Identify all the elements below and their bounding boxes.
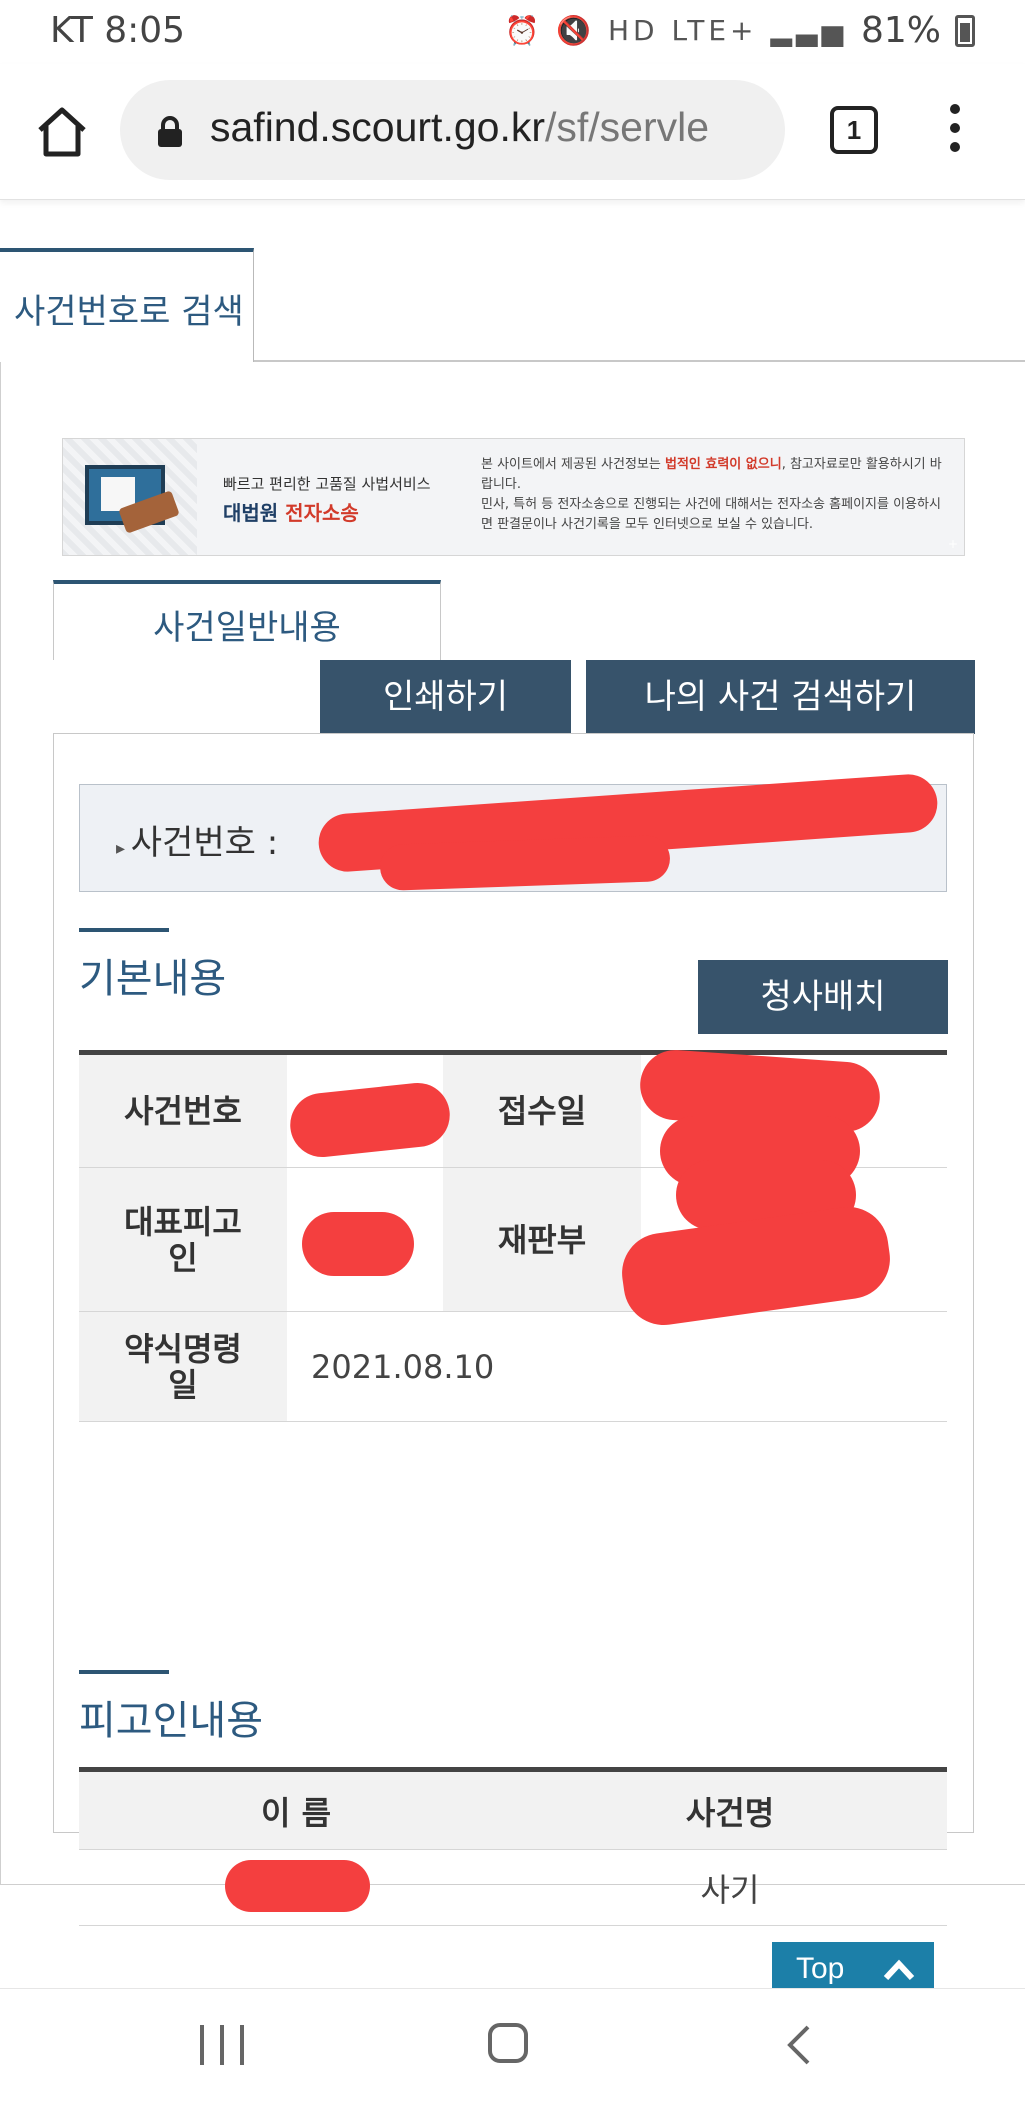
chevron-up-icon	[883, 1959, 915, 1981]
banner-title-prefix: 대법원	[223, 501, 286, 525]
notice-highlight: 법적인 효력이 없으니	[664, 457, 782, 472]
print-button[interactable]: 인쇄하기	[320, 660, 571, 734]
table-header-row: 이 름 사건명	[79, 1772, 947, 1850]
banner-title: 대법원 전자소송	[223, 497, 359, 526]
summary-order-value: 2021.08.10	[287, 1312, 947, 1421]
defendant-section-title: 피고인내용	[79, 1698, 263, 1744]
top-button-label: Top	[796, 1952, 845, 1985]
tab-case-general[interactable]: 사건일반내용	[53, 580, 441, 660]
url-host: safind.scourt.go.kr	[210, 104, 545, 150]
home-icon[interactable]	[32, 102, 92, 162]
table-row: 사기	[79, 1850, 947, 1926]
status-icons-group: ⏰ 🔇 HD LTE+ ▂▃▅ 81%	[504, 10, 975, 51]
receipt-date-header: 접수일	[443, 1055, 641, 1167]
banner-title-highlight: 전자소송	[285, 501, 359, 525]
banner-subtitle: 빠르고 편리한 고품질 사법서비스	[223, 475, 431, 493]
tab-label: 사건번호로 검색	[14, 292, 244, 332]
status-icons: ⏰ 🔇 HD LTE+ ▂▃▅	[504, 14, 847, 47]
recent-apps-icon[interactable]	[200, 2025, 244, 2065]
url-path: /sf/servle	[545, 104, 710, 150]
redaction-mark	[302, 1212, 414, 1276]
courthouse-layout-button[interactable]: 청사배치	[698, 960, 948, 1034]
basic-section-title: 기본내용	[79, 956, 227, 1002]
section-accent-bar	[79, 1670, 169, 1674]
case-name-cell: 사기	[700, 1870, 760, 1909]
battery-icon	[955, 14, 975, 47]
home-nav-icon[interactable]	[488, 2023, 528, 2063]
defendant-header: 대표피고 인	[79, 1168, 287, 1311]
table-row: 약식명령 일 2021.08.10	[79, 1312, 947, 1422]
address-bar[interactable]: safind.scourt.go.kr/sf/servle	[120, 80, 785, 180]
carrier-time: KT 8:05	[50, 10, 186, 51]
tab-case-number-search[interactable]: 사건번호로 검색	[0, 248, 254, 362]
summary-order-header-line2: 일	[168, 1365, 198, 1404]
tab-divider	[254, 360, 1025, 362]
url-text: safind.scourt.go.kr/sf/servle	[210, 104, 709, 151]
court-division-header: 재판부	[443, 1168, 641, 1311]
back-icon[interactable]	[780, 2023, 820, 2067]
battery-level: 81%	[860, 10, 941, 51]
defendant-header-line2: 인	[168, 1238, 198, 1277]
name-column-header: 이 름	[260, 1793, 332, 1832]
inner-tab-label: 사건일반내용	[153, 608, 341, 648]
summary-order-header-line1: 약식명령	[124, 1329, 242, 1368]
banner-plus: +	[947, 537, 958, 551]
summary-order-header: 약식명령 일	[79, 1312, 287, 1421]
more-menu-icon[interactable]	[940, 104, 970, 160]
e-litigation-banner[interactable]: 빠르고 편리한 고품질 사법서비스 대법원 전자소송 본 사이트에서 제공된 사…	[62, 438, 965, 556]
browser-toolbar: safind.scourt.go.kr/sf/servle 1	[0, 64, 1025, 200]
case-number-header: 사건번호	[79, 1055, 287, 1167]
tab-switcher-button[interactable]: 1	[830, 106, 878, 154]
section-accent-bar	[79, 928, 169, 932]
system-nav-bar	[0, 1988, 1025, 2107]
redaction-mark	[225, 1860, 370, 1912]
case-name-column-header: 사건명	[685, 1793, 775, 1832]
case-number-label: 사건번호 :	[116, 815, 278, 864]
notice-part-1: 본 사이트에서 제공된 사건정보는	[481, 457, 665, 472]
notice-part-3: 민사, 특허 등 전자소송으로 진행되는 사건에 대해서는 전자소송 홈페이지를…	[481, 497, 941, 532]
defendant-table: 이 름 사건명 사기	[79, 1767, 947, 1926]
banner-illustration	[63, 439, 197, 555]
my-case-search-button[interactable]: 나의 사건 검색하기	[586, 660, 975, 734]
lock-icon	[156, 116, 184, 148]
status-bar: KT 8:05 ⏰ 🔇 HD LTE+ ▂▃▅ 81%	[0, 0, 1025, 64]
defendant-header-line1: 대표피고	[124, 1202, 242, 1241]
banner-notice: 본 사이트에서 제공된 사건정보는 법적인 효력이 없으니, 참고자료로만 활용…	[481, 455, 951, 535]
page-content: 사건번호로 검색 빠르고 편리한 고품질 사법서비스 대법원 전자소송 본 사이…	[0, 200, 1025, 1996]
